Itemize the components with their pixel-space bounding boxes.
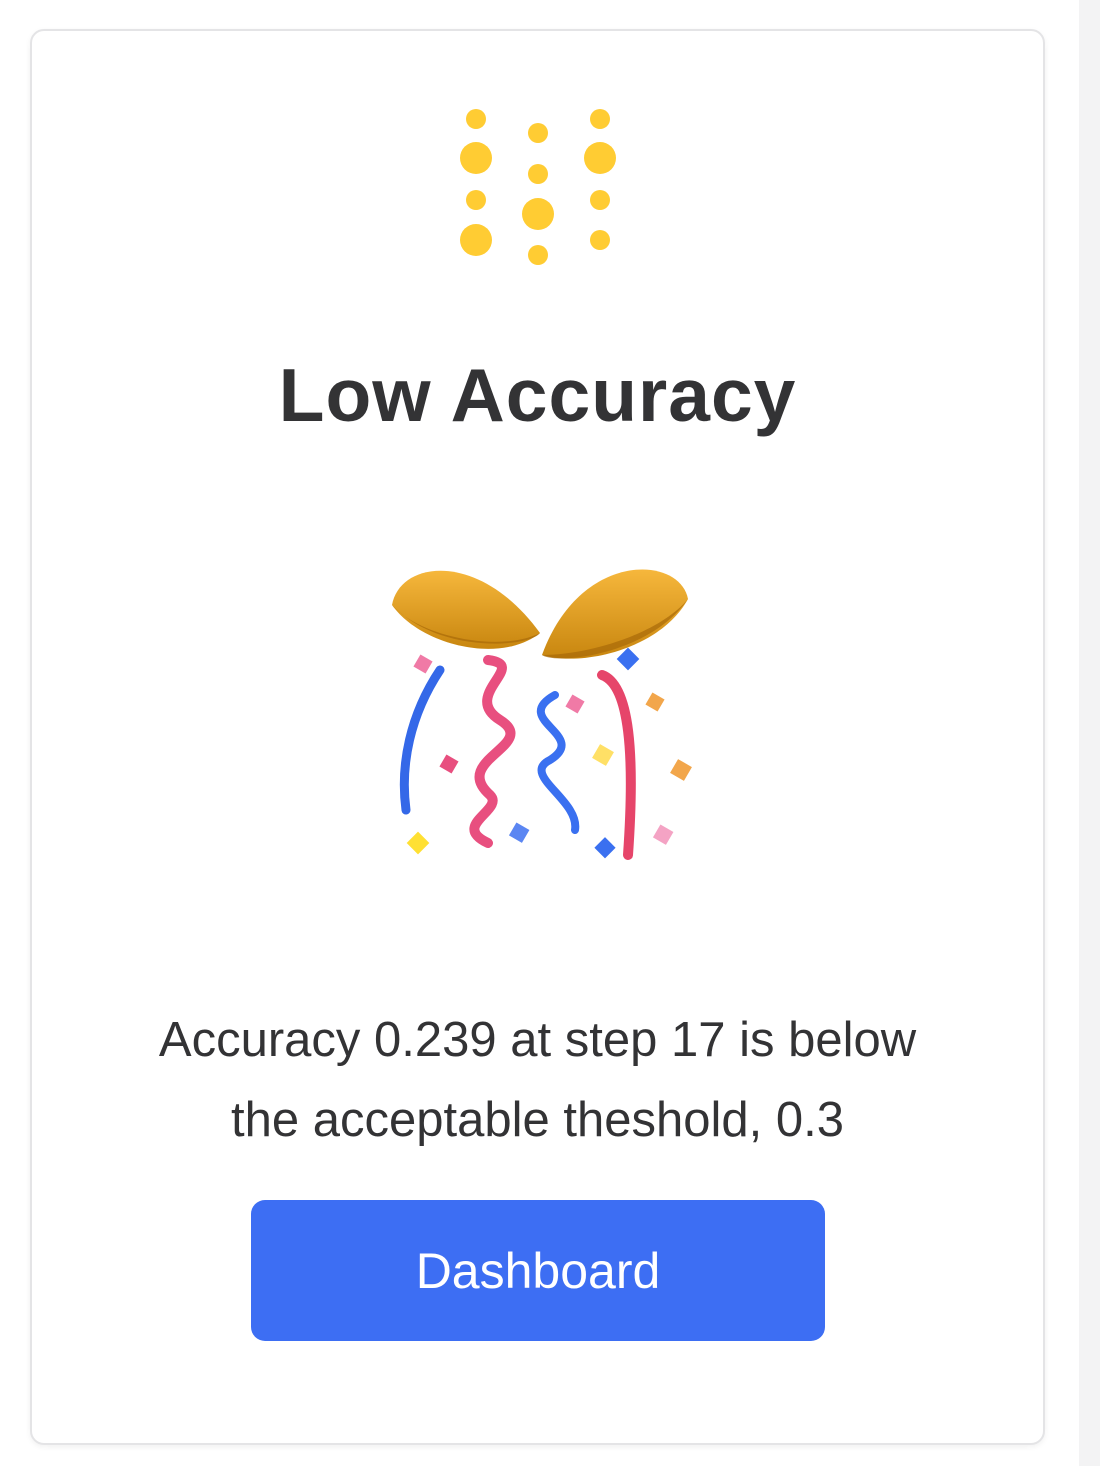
wandb-logo-icon bbox=[460, 109, 616, 265]
scrollbar-track[interactable] bbox=[1079, 0, 1100, 1466]
party-popper-icon bbox=[392, 569, 692, 860]
dashboard-button[interactable]: Dashboard bbox=[251, 1200, 825, 1341]
alert-message-line-2: the acceptable theshold, 0.3 bbox=[231, 1093, 844, 1147]
alert-message: Accuracy 0.239 at step 17 is below the a… bbox=[110, 1000, 965, 1160]
alert-message-line-1: Accuracy 0.239 at step 17 is below bbox=[158, 1013, 917, 1067]
alert-title: Low Accuracy bbox=[278, 353, 797, 437]
